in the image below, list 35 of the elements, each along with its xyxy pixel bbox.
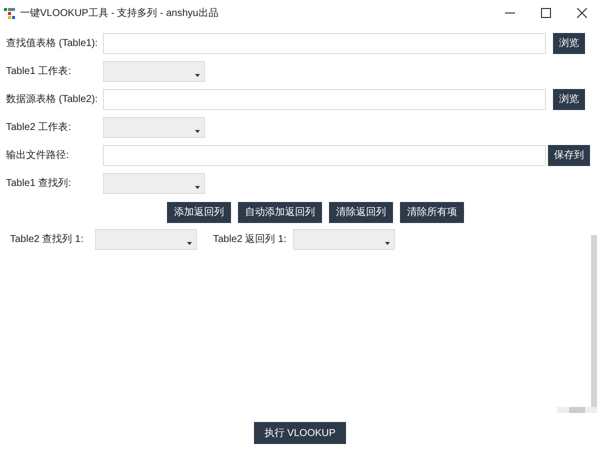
action-button[interactable]: 清除返回列 xyxy=(329,202,393,223)
dropdown[interactable] xyxy=(95,229,197,250)
dropdown[interactable] xyxy=(103,61,205,82)
caret-icon xyxy=(195,186,200,189)
browse-button[interactable]: 浏览 xyxy=(553,89,585,110)
field-label: Table1 工作表: xyxy=(6,64,72,79)
caret-icon xyxy=(195,130,200,133)
horizontal-scrollbar[interactable] xyxy=(557,407,597,413)
browse-button[interactable]: 保存到 xyxy=(548,145,590,166)
field-label: Table2 返回列 1: xyxy=(213,232,288,247)
caret-icon xyxy=(385,242,390,245)
dropdown[interactable] xyxy=(293,229,395,250)
field-label: 查找值表格 (Table1): xyxy=(6,36,99,51)
path-field[interactable] xyxy=(103,33,546,54)
path-field[interactable] xyxy=(103,145,546,166)
maximize-icon xyxy=(541,8,551,18)
field-label: Table2 工作表: xyxy=(6,120,72,135)
browse-button[interactable]: 浏览 xyxy=(553,33,585,54)
vertical-scrollbar[interactable] xyxy=(591,235,597,407)
caret-icon xyxy=(195,74,200,77)
window-title: 一键VLOOKUP工具 - 支持多列 - anshyu出品 xyxy=(20,6,218,20)
field-label: Table2 查找列 1: xyxy=(10,232,84,247)
action-button[interactable]: 清除所有项 xyxy=(400,202,464,223)
dropdown[interactable] xyxy=(103,173,205,194)
action-button[interactable]: 自动添加返回列 xyxy=(238,202,322,223)
caret-icon xyxy=(187,242,192,245)
run-button[interactable]: 执行 VLOOKUP xyxy=(254,422,346,444)
path-field[interactable] xyxy=(103,89,546,110)
field-label: Table1 查找列: xyxy=(6,176,72,191)
app-icon xyxy=(4,8,15,18)
dropdown[interactable] xyxy=(103,117,205,138)
field-label: 数据源表格 (Table2): xyxy=(6,92,99,107)
action-button[interactable]: 添加返回列 xyxy=(167,202,231,223)
field-label: 输出文件路径: xyxy=(6,148,70,163)
close-icon xyxy=(577,8,587,18)
